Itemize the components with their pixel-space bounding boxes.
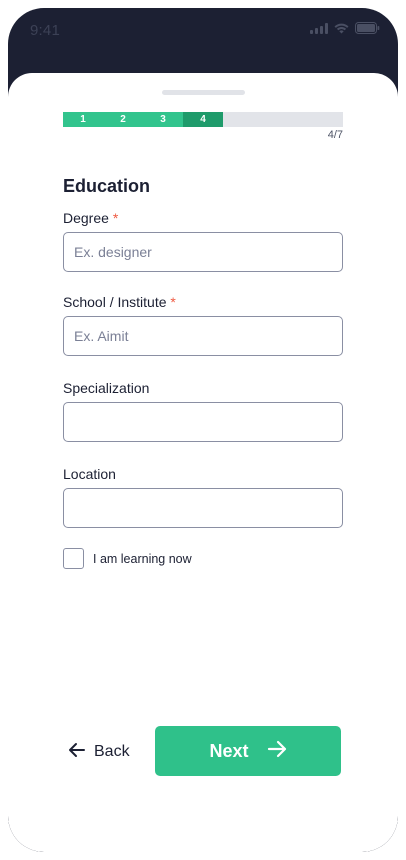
drag-handle[interactable]: [162, 90, 245, 95]
learning-now-label[interactable]: I am learning now: [93, 552, 192, 566]
school-input[interactable]: [63, 316, 343, 356]
next-button[interactable]: Next: [155, 726, 341, 776]
status-icons: [310, 22, 380, 34]
degree-input[interactable]: [63, 232, 343, 272]
back-button[interactable]: Back: [68, 739, 130, 765]
battery-icon: [355, 22, 380, 34]
specialization-label-text: Specialization: [63, 380, 150, 396]
specialization-label: Specialization: [63, 380, 149, 396]
arrow-left-icon: [68, 742, 86, 763]
school-label-text: School / Institute: [63, 294, 167, 310]
specialization-input[interactable]: [63, 402, 343, 442]
progress-bar: 1 2 3 4: [63, 112, 343, 127]
wifi-icon: [334, 23, 349, 34]
learning-now-checkbox[interactable]: [63, 548, 84, 569]
status-bar: 9:41: [8, 8, 398, 52]
degree-label-text: Degree: [63, 210, 109, 226]
degree-label: Degree *: [63, 210, 118, 226]
section-title: Education: [63, 176, 151, 196]
location-input[interactable]: [63, 488, 343, 528]
progress-step-1: 1: [63, 112, 103, 127]
school-label: School / Institute *: [63, 294, 176, 310]
progress-counter: 4/7: [327, 129, 343, 141]
required-marker: *: [112, 210, 119, 226]
cellular-signal-icon: [310, 22, 328, 34]
progress-step-4: 4: [183, 112, 223, 127]
next-button-label: Next: [209, 740, 249, 761]
status-time: 9:41: [30, 22, 60, 39]
progress-step-2: 2: [103, 112, 143, 127]
phone-frame: 9:41 1 2 3 4 4/7 Education Degree * Ex. …: [8, 8, 398, 852]
progress-step-3: 3: [143, 112, 183, 127]
required-marker: *: [170, 294, 176, 310]
back-button-label: Back: [94, 743, 130, 760]
location-label-text: Location: [63, 466, 116, 482]
location-label: Location: [63, 466, 116, 482]
arrow-right-icon: [267, 740, 287, 763]
bottom-sheet: 1 2 3 4 4/7 Education Degree * School / …: [8, 73, 398, 852]
